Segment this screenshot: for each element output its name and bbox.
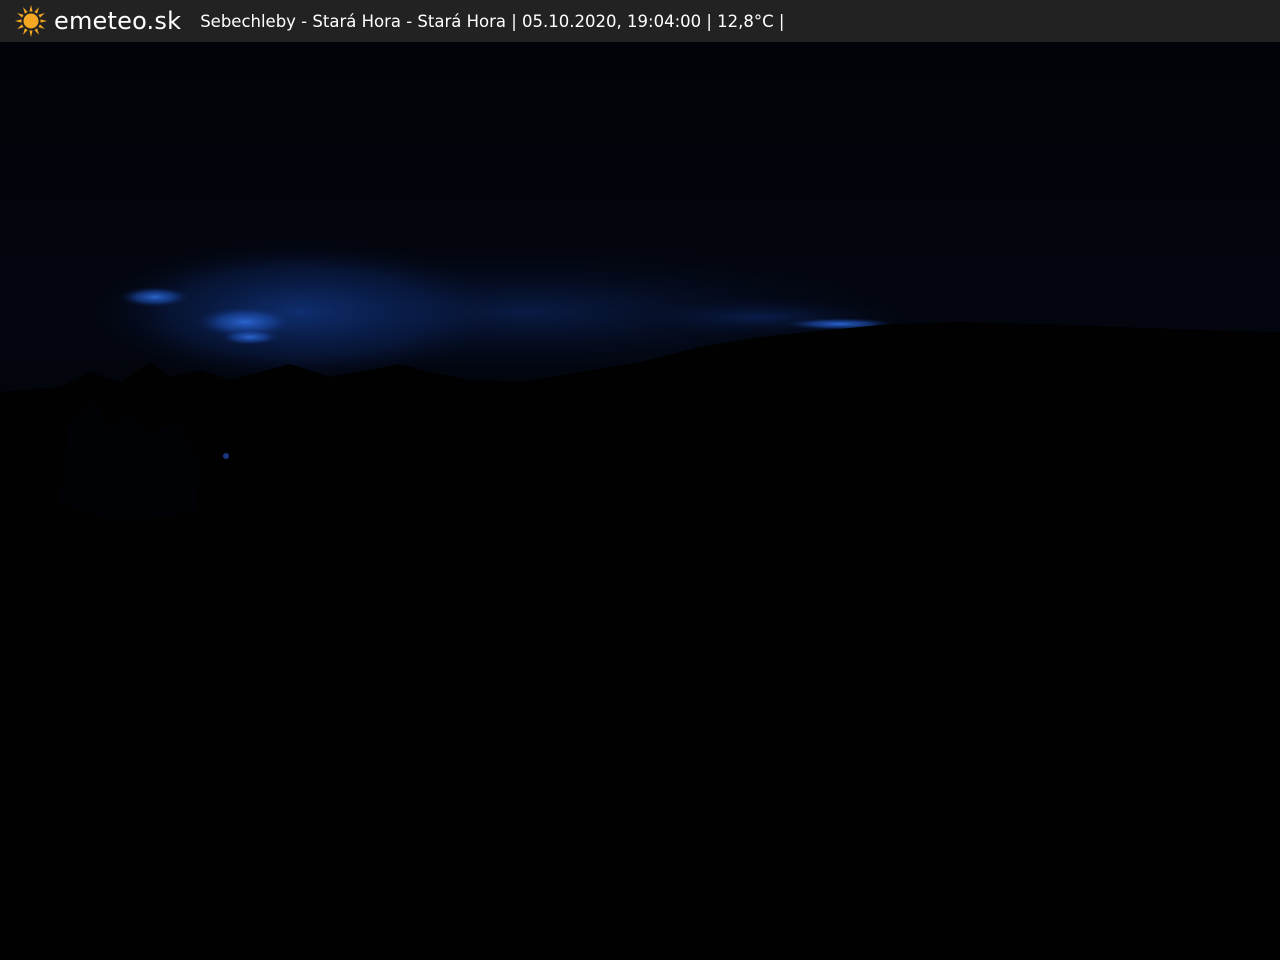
header-bar: emeteo.sk Sebechleby - Stará Hora - Star… [0, 0, 1280, 42]
webcam-image [0, 42, 1280, 960]
faint-light [223, 453, 229, 459]
logo[interactable]: emeteo.sk [14, 0, 181, 42]
bright-cloud-left [120, 287, 190, 307]
sun-icon [15, 5, 47, 37]
bright-cloud-low [220, 329, 280, 345]
webcam-caption: Sebechleby - Stará Hora - Stará Hora | 0… [200, 11, 785, 31]
webcam-frame: emeteo.sk Sebechleby - Stará Hora - Star… [0, 0, 1280, 960]
tree-line-silhouette [0, 322, 1280, 960]
sky-glow-main [80, 237, 520, 387]
brand-name[interactable]: emeteo.sk [54, 7, 181, 35]
